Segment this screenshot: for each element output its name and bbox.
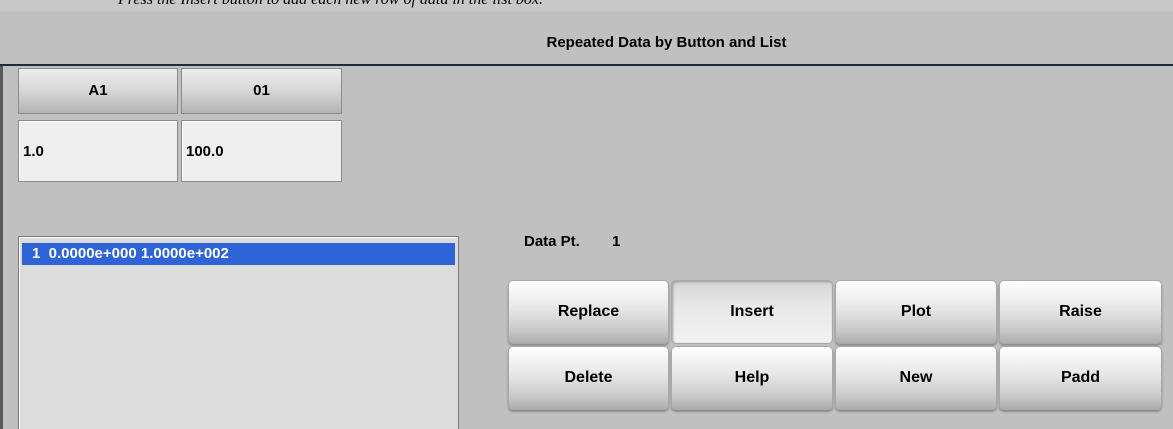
window-title: Repeated Data by Button and List (546, 34, 787, 51)
data-point-value: 1 (612, 233, 621, 250)
help-button[interactable]: Help (671, 346, 833, 410)
data-list-box[interactable]: 1 0.0000e+000 1.0000e+002 (18, 236, 459, 429)
title-bar: Repeated Data by Button and List (0, 11, 1173, 64)
padd-button[interactable]: Padd (999, 346, 1162, 410)
instruction-text: Press the Insert button to add each new … (118, 0, 543, 9)
column-header-01: 01 (181, 68, 342, 114)
column-header-a1: A1 (18, 68, 178, 114)
raise-button[interactable]: Raise (999, 280, 1162, 344)
instruction-strip: Press the Insert button to add each new … (0, 0, 1173, 11)
replace-button[interactable]: Replace (508, 280, 669, 344)
insert-button[interactable]: Insert (671, 280, 833, 344)
title-divider (0, 64, 1173, 66)
value-field-01[interactable]: 100.0 (181, 120, 342, 182)
left-border (0, 66, 3, 429)
delete-button[interactable]: Delete (508, 346, 669, 410)
plot-button[interactable]: Plot (835, 280, 997, 344)
data-point-label: Data Pt. (524, 233, 580, 250)
value-field-a1[interactable]: 1.0 (18, 120, 178, 182)
new-button[interactable]: New (835, 346, 997, 410)
list-item[interactable]: 1 0.0000e+000 1.0000e+002 (22, 243, 455, 265)
